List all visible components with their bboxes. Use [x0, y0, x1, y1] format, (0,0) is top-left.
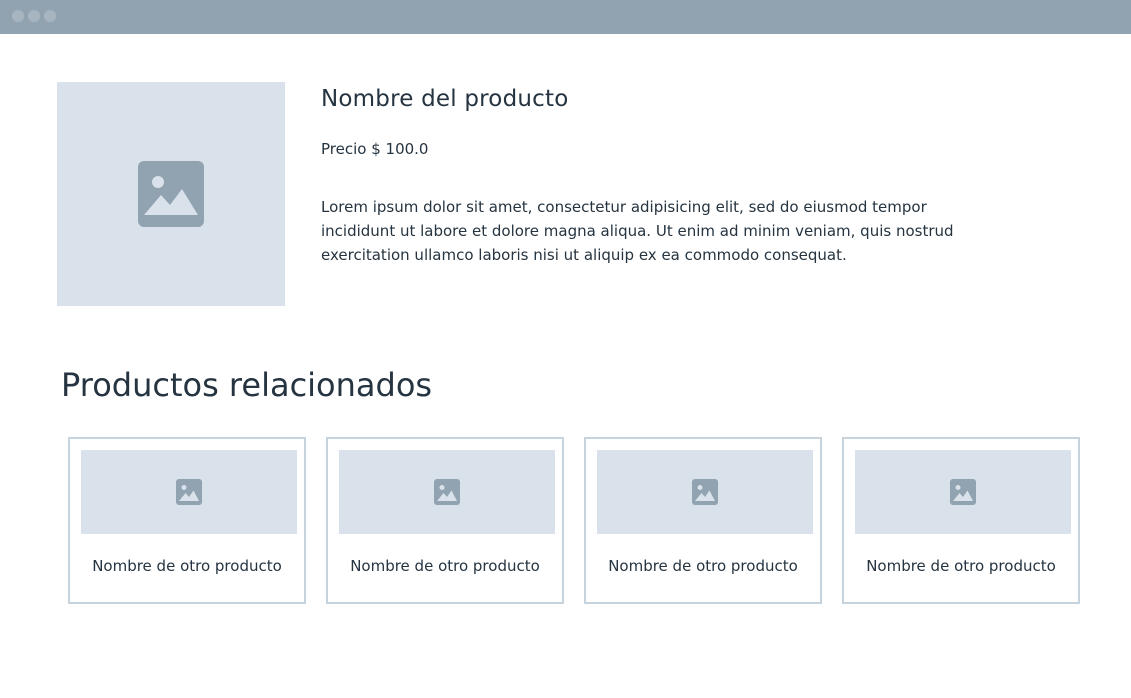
related-product-image [597, 450, 813, 534]
image-icon [176, 479, 202, 505]
related-product-card[interactable]: Nombre de otro producto [326, 437, 564, 604]
related-product-card[interactable]: Nombre de otro producto [68, 437, 306, 604]
related-product-name: Nombre de otro producto [608, 557, 798, 575]
window-title-bar [0, 0, 1131, 34]
related-product-image [339, 450, 555, 534]
product-price: Precio $ 100.0 [321, 140, 429, 158]
related-product-name: Nombre de otro producto [866, 557, 1056, 575]
product-description: Lorem ipsum dolor sit amet, consectetur … [321, 198, 954, 264]
related-product-image [855, 450, 1071, 534]
related-product-image [81, 450, 297, 534]
related-product-name: Nombre de otro producto [92, 557, 282, 575]
related-products-heading: Productos relacionados [61, 366, 433, 404]
window-minimize-dot[interactable] [28, 10, 40, 22]
product-image-placeholder [57, 82, 285, 306]
image-icon [692, 479, 718, 505]
window-maximize-dot[interactable] [44, 10, 56, 22]
image-icon [950, 479, 976, 505]
window-close-dot[interactable] [12, 10, 24, 22]
product-title: Nombre del producto [321, 86, 569, 112]
image-icon [138, 161, 204, 227]
related-product-card[interactable]: Nombre de otro producto [842, 437, 1080, 604]
image-icon [434, 479, 460, 505]
related-product-name: Nombre de otro producto [350, 557, 540, 575]
related-product-card[interactable]: Nombre de otro producto [584, 437, 822, 604]
